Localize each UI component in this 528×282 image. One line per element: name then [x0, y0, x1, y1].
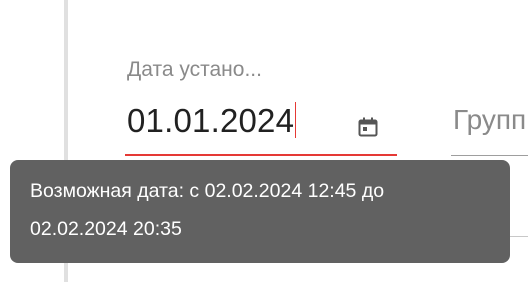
group-underline	[451, 155, 528, 156]
installation-date-field[interactable]: Дата устано... 01.01.2024	[125, 58, 397, 158]
text-caret	[295, 102, 297, 138]
calendar-icon[interactable]	[357, 116, 379, 138]
tooltip-line-1: Возможная дата: с 02.02.2024 12:45 до	[30, 180, 385, 202]
date-range-tooltip: Возможная дата: с 02.02.2024 12:45 до 02…	[10, 160, 510, 263]
installation-date-value: 01.01.2024	[127, 102, 295, 139]
installation-date-error-underline	[125, 154, 397, 156]
installation-date-label: Дата устано...	[127, 58, 262, 81]
group-placeholder: Групп	[453, 104, 527, 135]
group-field[interactable]: Групп	[451, 100, 528, 160]
tooltip-line-2: 02.02.2024 20:35	[30, 218, 182, 240]
installation-date-input[interactable]: 01.01.2024	[127, 102, 297, 140]
